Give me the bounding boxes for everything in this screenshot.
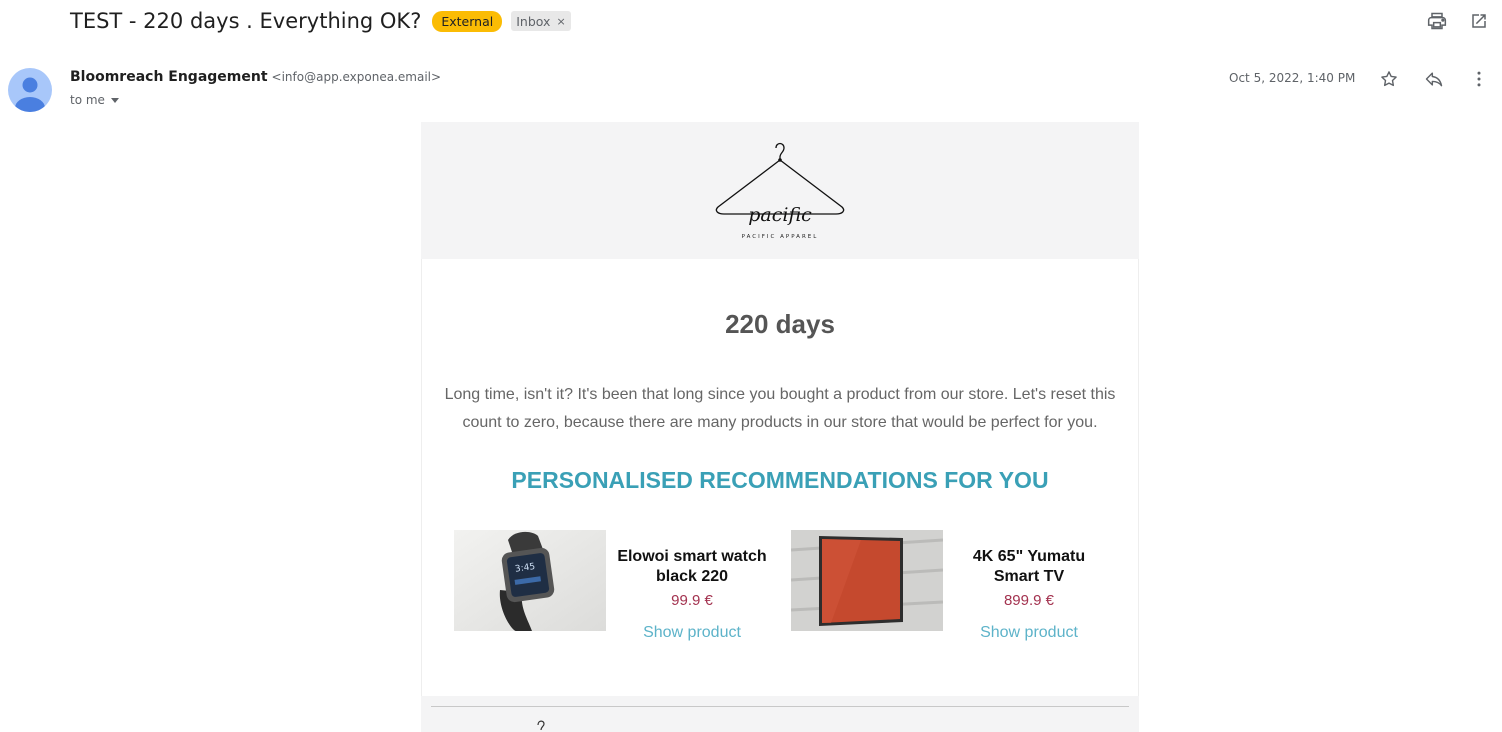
reply-icon[interactable] <box>1423 68 1445 90</box>
product-image-watch[interactable]: 3:45 <box>454 530 606 631</box>
product-name: Elowoi smart watch black 220 <box>617 548 767 585</box>
email-subject: TEST - 220 days . Everything OK? <box>70 9 422 33</box>
email-intro: Long time, isn't it? It's been that long… <box>444 386 1116 431</box>
show-product-link[interactable]: Show product <box>980 624 1078 642</box>
email-content: pacific PACIFIC APPAREL 220 days Long ti… <box>421 122 1139 732</box>
email-header: pacific PACIFIC APPAREL <box>421 122 1139 259</box>
email-footer <box>421 696 1139 732</box>
message-actions <box>1378 68 1490 90</box>
inbox-label[interactable]: Inbox × <box>511 11 571 31</box>
star-icon[interactable] <box>1378 68 1400 90</box>
show-product-link[interactable]: Show product <box>643 624 741 642</box>
top-actions <box>1426 10 1490 32</box>
recommendations-title: PERSONALISED RECOMMENDATIONS FOR YOU <box>511 467 1049 493</box>
footer-hanger-icon <box>537 720 545 731</box>
subject-row: TEST - 220 days . Everything OK? Externa… <box>70 6 571 36</box>
product-name: 4K 65" Yumatu Smart TV <box>972 548 1086 585</box>
product-info: Elowoi smart watch black 220 99.9 € Show… <box>612 547 772 642</box>
brand-subtitle: PACIFIC APPAREL <box>741 234 819 240</box>
product-card: 3:45 Elowoi smart watch black 220 99.9 €… <box>454 530 767 641</box>
remove-label-icon[interactable]: × <box>556 15 565 28</box>
product-price: 899.9 € <box>1003 592 1055 609</box>
email-body: 220 days Long time, isn't it? It's been … <box>421 259 1139 696</box>
recipients-text: to me <box>70 93 105 107</box>
recipients-toggle[interactable]: to me <box>70 93 119 107</box>
sender-avatar[interactable] <box>8 68 52 112</box>
sender-email: <info@app.exponea.email> <box>271 70 442 84</box>
product-image-tv[interactable] <box>791 530 943 631</box>
email-headline: 220 days <box>725 309 835 339</box>
hanger-logo: pacific <box>715 142 845 226</box>
footer-divider <box>431 706 1129 707</box>
inbox-label-text: Inbox <box>516 13 551 29</box>
product-info: 4K 65" Yumatu Smart TV 899.9 € Show prod… <box>949 547 1109 642</box>
external-label: External <box>432 10 503 32</box>
product-card: 4K 65" Yumatu Smart TV 899.9 € Show prod… <box>791 530 1091 641</box>
product-price: 99.9 € <box>671 592 713 609</box>
open-in-new-icon[interactable] <box>1468 10 1490 32</box>
logo-script: pacific <box>748 204 812 226</box>
more-vert-icon[interactable] <box>1468 68 1490 90</box>
chevron-down-icon <box>110 97 119 103</box>
sender-row: Bloomreach Engagement <info@app.exponea.… <box>70 69 441 85</box>
sender-name[interactable]: Bloomreach Engagement <box>70 69 268 85</box>
print-icon[interactable] <box>1426 10 1448 32</box>
message-date: Oct 5, 2022, 1:40 PM <box>1229 71 1356 85</box>
